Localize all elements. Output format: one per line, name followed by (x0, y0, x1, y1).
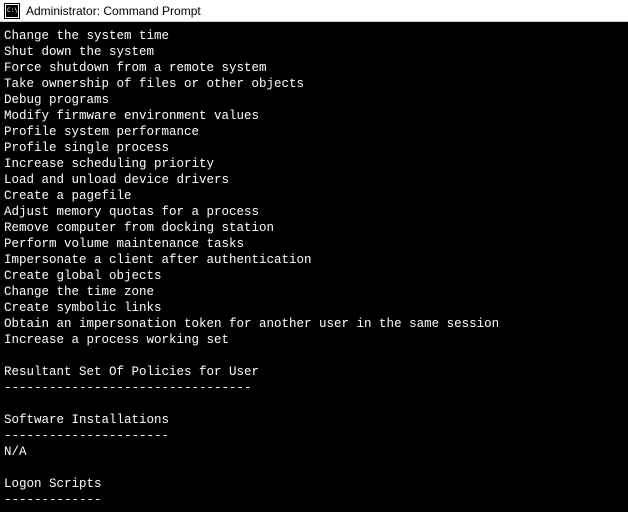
titlebar[interactable]: C:\ Administrator: Command Prompt (0, 0, 628, 22)
software-installations-value: N/A (4, 444, 624, 460)
privilege-line: Shut down the system (4, 44, 624, 60)
section-header: Resultant Set Of Policies for User (4, 364, 624, 380)
privilege-line: Profile system performance (4, 124, 624, 140)
privilege-line: Change the system time (4, 28, 624, 44)
command-prompt-window: C:\ Administrator: Command Prompt Change… (0, 0, 628, 512)
privilege-line: Perform volume maintenance tasks (4, 236, 624, 252)
software-installations-label: Software Installations (4, 412, 624, 428)
privilege-line: Create symbolic links (4, 300, 624, 316)
software-installations-divider: ---------------------- (4, 428, 624, 444)
privilege-line: Create global objects (4, 268, 624, 284)
logon-scripts-label: Logon Scripts (4, 476, 624, 492)
blank-line (4, 460, 624, 476)
logon-scripts-divider: ------------- (4, 492, 624, 508)
privilege-line: Profile single process (4, 140, 624, 156)
command-prompt-icon: C:\ (4, 3, 20, 19)
privilege-line: Debug programs (4, 92, 624, 108)
privilege-line: Increase scheduling priority (4, 156, 624, 172)
privilege-line: Load and unload device drivers (4, 172, 624, 188)
privilege-line: Force shutdown from a remote system (4, 60, 624, 76)
svg-text:C:\: C:\ (7, 7, 18, 14)
privilege-line: Create a pagefile (4, 188, 624, 204)
blank-line (4, 396, 624, 412)
section-divider: --------------------------------- (4, 380, 624, 396)
privilege-line: Remove computer from docking station (4, 220, 624, 236)
terminal-output[interactable]: Change the system time Shut down the sys… (0, 22, 628, 512)
window-title: Administrator: Command Prompt (26, 4, 201, 18)
privilege-line: Take ownership of files or other objects (4, 76, 624, 92)
privilege-line: Change the time zone (4, 284, 624, 300)
privilege-line: Impersonate a client after authenticatio… (4, 252, 624, 268)
privilege-line: Adjust memory quotas for a process (4, 204, 624, 220)
privilege-line: Obtain an impersonation token for anothe… (4, 316, 624, 332)
blank-line (4, 348, 624, 364)
privilege-line: Increase a process working set (4, 332, 624, 348)
privilege-line: Modify firmware environment values (4, 108, 624, 124)
